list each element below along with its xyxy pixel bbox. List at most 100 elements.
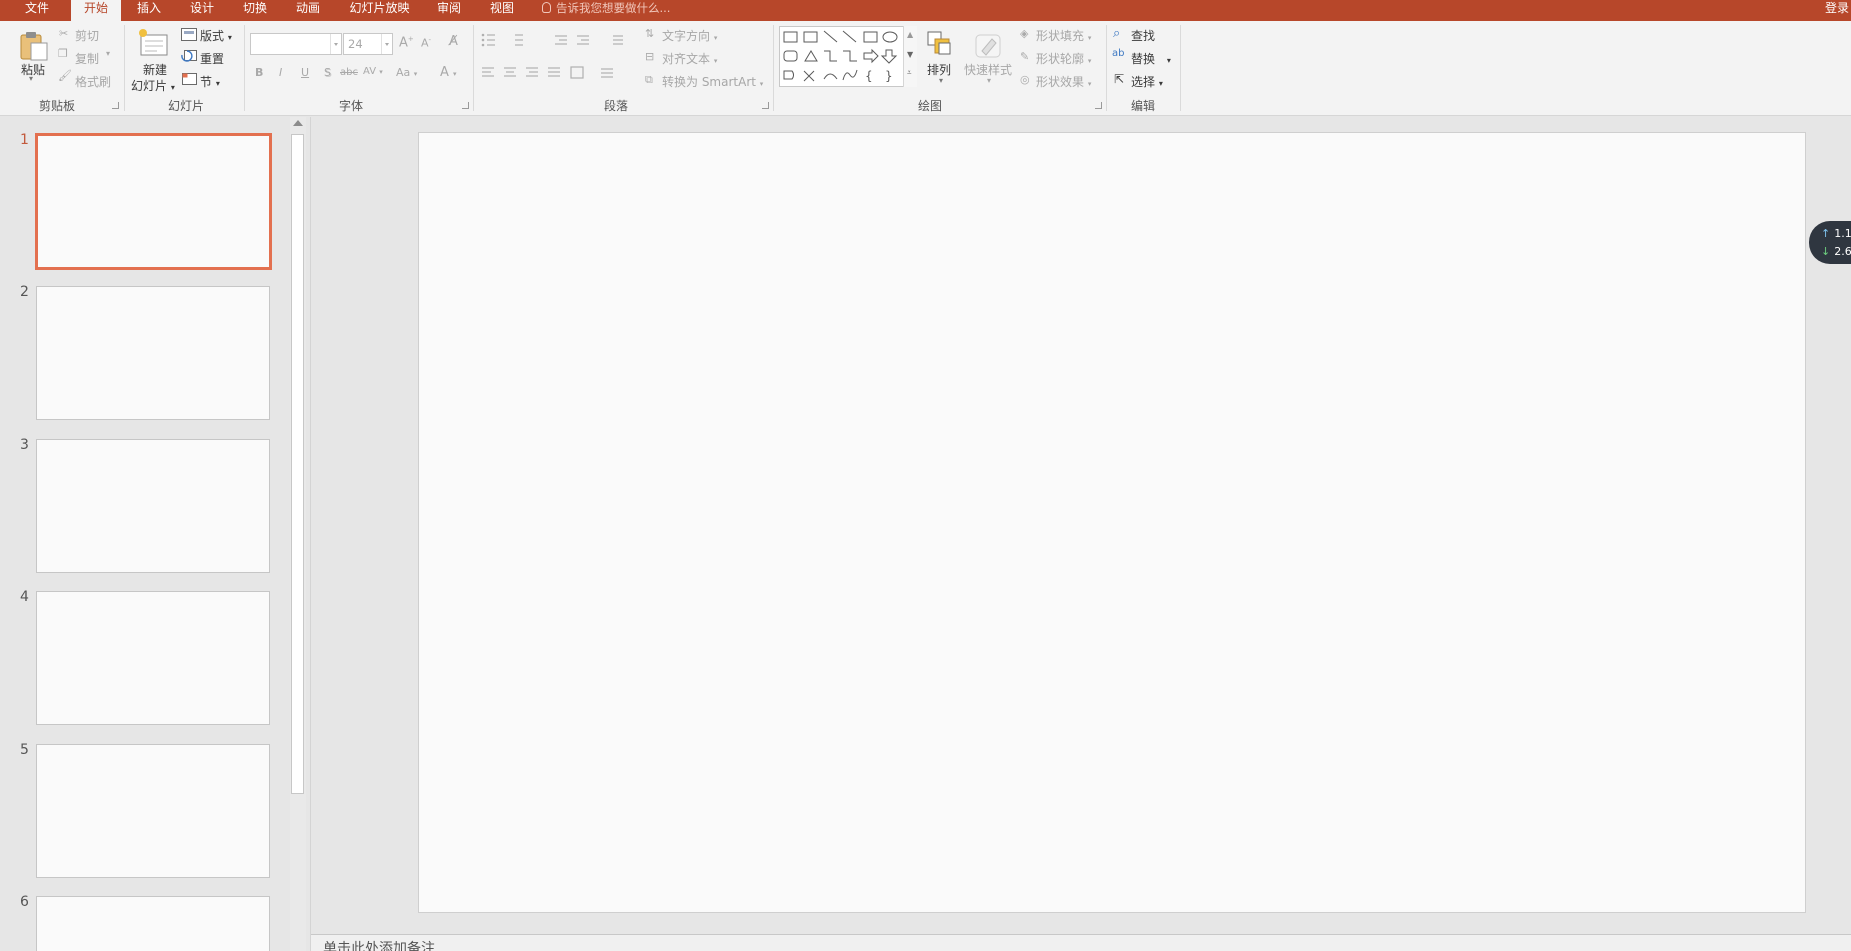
paste-icon[interactable]	[18, 29, 50, 61]
columns-icon[interactable]	[600, 66, 618, 80]
font-name-combo[interactable]	[250, 33, 342, 55]
shape-outline-button[interactable]: 形状轮廓 ▾	[1036, 50, 1091, 67]
shapes-gallery[interactable]: {}	[779, 26, 917, 87]
char-spacing-button[interactable]: AV ▾	[363, 66, 383, 77]
reset-icon	[181, 50, 197, 62]
align-center-icon[interactable]	[503, 66, 519, 80]
chevron-down-icon[interactable]	[330, 34, 341, 54]
strikethrough-button[interactable]: abc	[340, 67, 358, 78]
font-launcher-icon[interactable]	[462, 102, 469, 109]
font-group-label: 字体	[339, 99, 364, 113]
copy-button[interactable]: 复制	[75, 50, 99, 67]
group-divider	[473, 25, 474, 111]
bullets-icon[interactable]	[481, 33, 499, 47]
arrange-dropdown-icon[interactable]: ▾	[939, 76, 943, 85]
tab-view[interactable]: 视图	[483, 0, 521, 21]
sign-in-link[interactable]: 登录	[1825, 0, 1849, 16]
quick-styles-dropdown-icon[interactable]: ▾	[987, 76, 991, 85]
reset-button[interactable]: 重置	[200, 50, 224, 67]
shrink-font-icon[interactable]: A-	[421, 36, 431, 50]
chevron-down-icon[interactable]	[381, 34, 392, 54]
shapes-gallery-scroll[interactable]: ▲ ▼ ⩡	[903, 26, 917, 87]
paste-dropdown-arrow-icon[interactable]: ▾	[29, 74, 33, 83]
slide-canvas[interactable]	[418, 132, 1806, 913]
font-size-combo[interactable]: 24	[343, 33, 393, 55]
clear-format-icon[interactable]: A̸	[449, 34, 458, 49]
scroll-up-icon[interactable]	[293, 120, 303, 126]
tab-review[interactable]: 审阅	[430, 0, 468, 21]
notes-pane[interactable]: 单击此处添加备注	[311, 934, 1851, 951]
new-slide-icon[interactable]	[137, 27, 171, 59]
slide-thumbnail-2[interactable]	[36, 286, 270, 420]
new-slide-label-line1[interactable]: 新建	[143, 61, 167, 78]
svg-text:{: {	[865, 69, 873, 83]
grow-font-icon[interactable]: A+	[399, 35, 414, 50]
align-right-icon[interactable]	[525, 66, 541, 80]
find-button[interactable]: 查找	[1131, 27, 1155, 44]
bold-button[interactable]: B	[255, 66, 263, 79]
pen-icon: ✎	[1020, 50, 1030, 63]
italic-button[interactable]: I	[279, 66, 282, 79]
distributed-icon[interactable]	[570, 66, 586, 80]
align-text-button[interactable]: 对齐文本 ▾	[662, 50, 717, 67]
tab-animations[interactable]: 动画	[289, 0, 327, 21]
decrease-indent-icon[interactable]	[553, 33, 571, 47]
tell-me-box[interactable]: 告诉我您想要做什么...	[542, 0, 670, 16]
slide-number: 2	[20, 284, 29, 300]
gallery-up-icon[interactable]: ▲	[907, 30, 913, 39]
arrange-icon[interactable]	[926, 30, 952, 56]
increase-indent-icon[interactable]	[575, 33, 593, 47]
slide-thumbnail-3[interactable]	[36, 439, 270, 573]
text-direction-button[interactable]: 文字方向 ▾	[662, 27, 717, 44]
gallery-more-icon[interactable]: ⩡	[907, 68, 912, 78]
layout-button[interactable]: 版式 ▾	[200, 27, 232, 44]
cut-button[interactable]: 剪切	[75, 27, 99, 44]
tab-design[interactable]: 设计	[183, 0, 221, 21]
font-color-button[interactable]: A ▾	[440, 65, 457, 80]
slide-thumbnail-1[interactable]	[35, 133, 272, 270]
convert-smartart-button[interactable]: 转换为 SmartArt ▾	[662, 73, 763, 90]
tab-home[interactable]: 开始	[71, 0, 121, 21]
shadow-button[interactable]: S	[324, 66, 331, 79]
paragraph-group-label: 段落	[604, 99, 629, 113]
underline-button[interactable]: U	[301, 66, 309, 79]
line-spacing-icon[interactable]	[611, 33, 629, 47]
slide-thumbnail-6[interactable]	[36, 896, 270, 951]
align-left-icon[interactable]	[481, 66, 497, 80]
drawing-launcher-icon[interactable]	[1095, 102, 1102, 109]
numbering-icon[interactable]	[513, 33, 531, 47]
thumbnail-scrollbar[interactable]	[290, 117, 306, 951]
tab-insert[interactable]: 插入	[130, 0, 168, 21]
gallery-down-icon[interactable]: ▼	[907, 50, 913, 59]
network-speed-widget[interactable]: ↑ 1.1 ↓ 2.6	[1809, 221, 1851, 264]
copy-dropdown-icon[interactable]: ▾	[106, 49, 110, 58]
slide-number: 3	[20, 437, 29, 453]
format-painter-button[interactable]: 格式刷	[75, 73, 111, 90]
justify-icon[interactable]	[547, 66, 563, 80]
tab-file[interactable]: 文件	[18, 0, 56, 21]
slide-number: 5	[20, 742, 29, 758]
tab-slideshow[interactable]: 幻灯片放映	[342, 0, 417, 21]
group-divider	[124, 25, 125, 111]
copy-icon: ❐	[58, 47, 68, 60]
section-button[interactable]: 节 ▾	[200, 73, 220, 90]
paragraph-launcher-icon[interactable]	[762, 102, 769, 109]
clipboard-launcher-icon[interactable]	[112, 102, 119, 109]
replace-button[interactable]: 替换 ▾	[1131, 50, 1171, 67]
group-divider	[1180, 25, 1181, 111]
text-direction-icon: ⇅	[645, 27, 655, 40]
new-slide-button[interactable]: 幻灯片 ▾	[131, 77, 175, 94]
slide-thumbnail-4[interactable]	[36, 591, 270, 725]
section-icon	[182, 73, 197, 85]
quick-styles-icon[interactable]	[972, 29, 1004, 59]
select-button[interactable]: 选择 ▾	[1131, 73, 1163, 90]
slide-thumbnail-5[interactable]	[36, 744, 270, 878]
tab-transitions[interactable]: 切换	[236, 0, 274, 21]
new-slide-dropdown-icon[interactable]: ▾	[171, 83, 175, 92]
download-speed: 2.6	[1834, 245, 1851, 258]
scrollbar-thumb[interactable]	[291, 134, 304, 794]
shape-effects-button[interactable]: 形状效果 ▾	[1036, 73, 1091, 90]
change-case-button[interactable]: Aa ▾	[396, 66, 417, 79]
shape-fill-button[interactable]: 形状填充 ▾	[1036, 27, 1091, 44]
slides-group-label: 幻灯片	[168, 99, 205, 113]
